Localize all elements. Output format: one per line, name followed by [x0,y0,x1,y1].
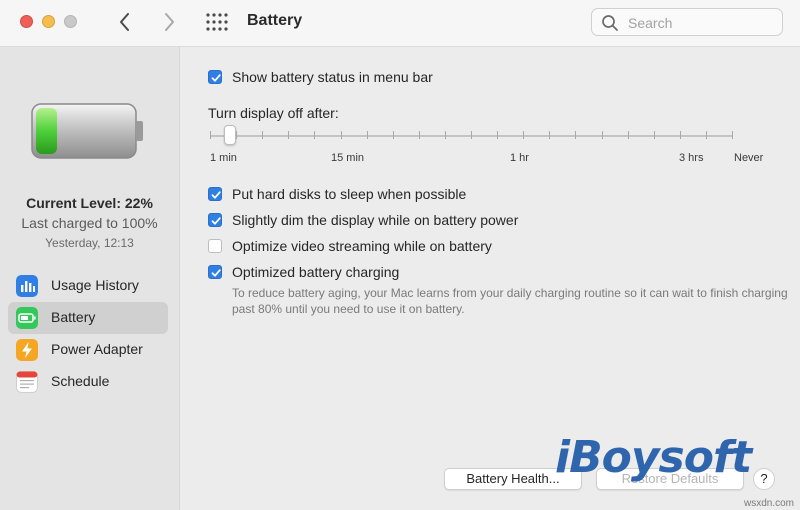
display-off-label: Turn display off after: [208,105,339,121]
sidebar-item-label: Usage History [51,277,139,293]
minimize-window-button[interactable] [42,15,55,28]
tick-label-15-min: 15 min [331,152,365,164]
show-battery-status-checkbox[interactable] [208,70,222,84]
show-battery-status-label: Show battery status in menu bar [232,69,433,85]
tick-label-1-hr: 1 hr [510,152,529,164]
hard-disk-sleep-label: Put hard disks to sleep when possible [232,186,467,202]
battery-level-graphic [31,103,143,159]
sidebar-nav: Usage History Battery Power Adapter Sche… [8,270,168,398]
forward-button[interactable] [158,10,180,34]
sidebar-item-label: Battery [51,309,96,325]
back-button[interactable] [114,10,136,34]
slider-tick [679,131,681,139]
tick-label-never: Never [734,152,764,164]
calendar-icon [16,371,38,393]
sidebar-item-label: Schedule [51,373,110,389]
toolbar: Battery Search [0,0,800,47]
optimized-charging-description: To reduce battery aging, your Mac learns… [232,286,788,316]
slider-tick [732,131,733,139]
search-placeholder: Search [628,15,673,31]
slider-tick [497,131,499,139]
bar-chart-icon [16,275,38,297]
dim-display-checkbox[interactable] [208,213,222,227]
sidebar: Current Level: 22% Last charged to 100% … [0,47,180,510]
checkmark-icon [211,74,221,82]
slider-tick [340,131,342,139]
grid-icon [206,13,228,31]
lightning-icon [16,339,38,361]
hard-disk-sleep-checkbox[interactable] [208,187,222,201]
slider-tick [392,131,394,139]
sidebar-item-power-adapter[interactable]: Power Adapter [8,334,168,366]
slider-tick [314,131,316,139]
last-charged-time: Yesterday, 12:13 [45,236,134,250]
slider-tick [471,131,472,139]
close-window-button[interactable] [20,15,33,28]
slider-tick [262,131,264,139]
sidebar-item-schedule[interactable]: Schedule [8,366,168,398]
iboysoft-logo: iBoysoft [555,432,752,483]
slider-tick [210,131,211,139]
tick-label-1-min: 1 min [210,152,237,164]
sidebar-item-label: Power Adapter [51,341,143,357]
zoom-window-button[interactable] [64,15,77,28]
checkmark-icon [211,217,221,225]
slider-tick [444,131,446,139]
slider-tick [418,131,420,139]
site-watermark: wsxdn.com [743,498,794,509]
show-all-grid-button[interactable] [206,13,228,31]
slider-tick [549,131,551,139]
optimized-charging-label: Optimized battery charging [232,264,400,280]
slider-tick [705,131,707,139]
main-panel: Show battery status in menu bar Turn dis… [180,47,800,510]
checkmark-icon [211,191,221,199]
battery-icon [16,307,38,329]
slider-tick [601,131,603,139]
current-level: Current Level: 22% [26,195,153,211]
sidebar-item-usage-history[interactable]: Usage History [8,270,168,302]
slider-tick [653,131,655,139]
slider-tick [627,131,629,139]
slider-tick [236,131,238,139]
battery-fill [36,108,57,154]
checkmark-icon [211,269,221,277]
tick-label-3-hrs: 3 hrs [679,152,704,164]
slider-tick [523,131,525,139]
slider-knob[interactable] [224,125,236,145]
last-charged: Last charged to 100% [21,215,158,231]
optimize-video-checkbox[interactable] [208,239,222,253]
slider-tick [366,131,368,139]
chevron-left-icon [120,13,129,31]
optimized-charging-checkbox[interactable] [208,265,222,279]
help-button[interactable]: ? [753,468,775,490]
optimize-video-label: Optimize video streaming while on batter… [232,238,492,254]
slider-tick [288,131,290,139]
slider-tick [575,131,577,139]
chevron-right-icon [165,13,174,31]
sidebar-item-battery[interactable]: Battery [8,302,168,334]
dim-display-label: Slightly dim the display while on batter… [232,212,519,228]
search-field[interactable]: Search [591,8,783,36]
search-icon [602,15,618,31]
window-title: Battery [247,12,303,29]
